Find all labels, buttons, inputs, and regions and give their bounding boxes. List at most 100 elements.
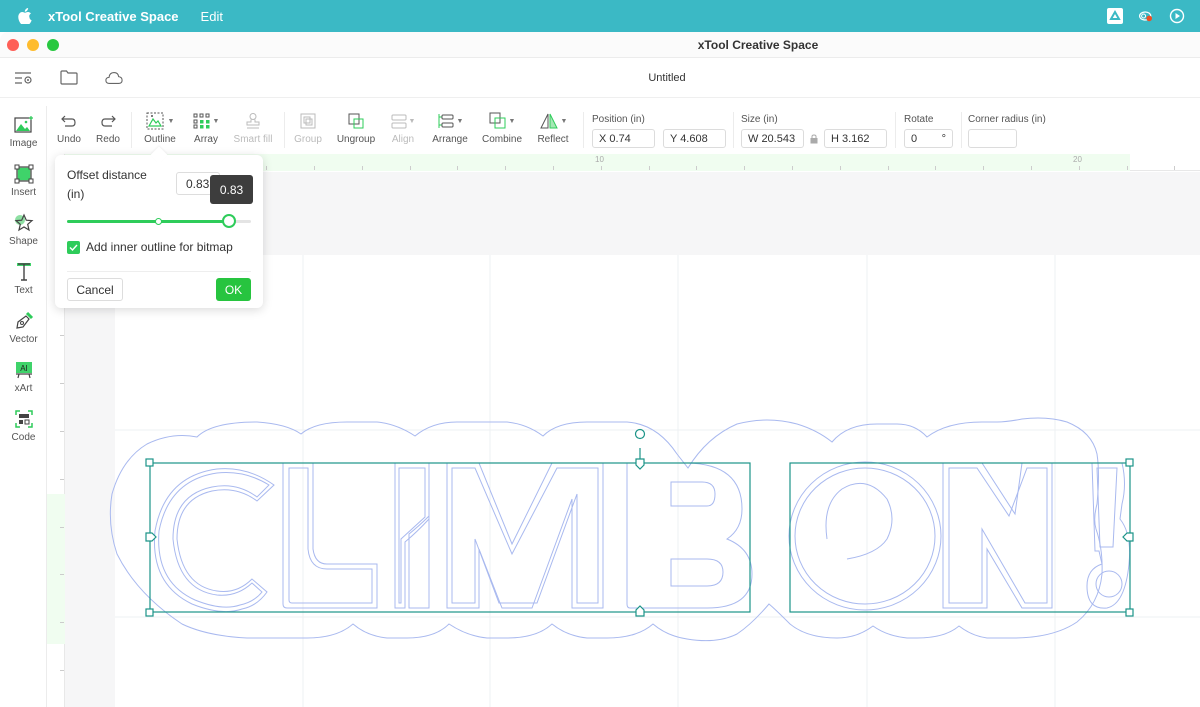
popover-divider — [67, 271, 251, 272]
svg-text:AI: AI — [20, 364, 28, 373]
combine-button[interactable]: ▼ Combine — [475, 106, 529, 145]
arrange-label: Arrange — [432, 134, 468, 145]
slider-thumb[interactable] — [222, 214, 236, 228]
tool-label: Shape — [9, 236, 38, 247]
app-window: xTool Creative Space Untitled Image Inse… — [0, 32, 1200, 707]
exclamation-outline — [1086, 462, 1131, 609]
align-label: Align — [391, 134, 415, 145]
letter-o-outline — [788, 461, 942, 611]
letter-l-outline — [282, 462, 378, 609]
ai-art-icon: AI — [14, 360, 34, 380]
position-x-input[interactable]: X 0.74 — [592, 129, 655, 148]
tool-label: Vector — [9, 334, 38, 345]
tool-insert[interactable]: Insert — [0, 159, 47, 208]
toolbar-divider — [733, 112, 734, 148]
creative-cloud-icon[interactable] — [1138, 8, 1154, 24]
array-label: Array — [194, 134, 218, 145]
offset-distance-label: Offset distance (in) — [67, 168, 147, 201]
inner-outline-checkbox[interactable] — [67, 240, 80, 254]
pen-icon — [14, 311, 34, 331]
slider-fill — [67, 220, 229, 223]
position-y-input[interactable]: Y 4.608 — [663, 129, 726, 148]
redo-button[interactable]: Redo — [89, 106, 127, 145]
inner-outline-checkbox-row[interactable]: Add inner outline for bitmap — [67, 240, 233, 254]
document-title: Untitled — [648, 71, 686, 84]
tool-shape[interactable]: Shape — [0, 208, 47, 257]
size-width-input[interactable]: W 20.543 — [741, 129, 804, 148]
top-bar: Untitled — [0, 58, 1200, 98]
array-button[interactable]: ▼ Array — [186, 106, 226, 145]
left-tool-panel: Image Insert Shape Text Vector AI xArt C… — [0, 106, 47, 707]
array-icon: ▼ — [193, 111, 219, 131]
ok-button[interactable]: OK — [216, 278, 251, 301]
offset-distance-slider[interactable] — [67, 214, 251, 228]
tool-label: xArt — [14, 383, 33, 394]
menu-edit[interactable]: Edit — [201, 9, 223, 24]
offset-outline-path — [109, 417, 1103, 642]
redo-label: Redo — [96, 134, 120, 145]
text-icon — [14, 262, 34, 282]
title-bar: xTool Creative Space — [0, 32, 1200, 58]
tool-text[interactable]: Text — [0, 257, 47, 306]
align-button[interactable]: ▼ Align — [381, 106, 425, 145]
letter-n-outline — [942, 462, 1053, 609]
tool-code[interactable]: Code — [0, 404, 47, 453]
rotate-value: 0 — [911, 132, 918, 145]
outline-button[interactable]: ▼ Outline — [134, 106, 186, 145]
position-group: Position (in) X 0.74 Y 4.608 — [592, 106, 726, 148]
corner-radius-input[interactable] — [968, 129, 1017, 148]
rotate-input[interactable]: 0 ° — [904, 129, 953, 148]
combine-icon: ▼ — [489, 111, 515, 131]
outline-icon: ▼ — [146, 111, 174, 131]
arrange-icon: ▼ — [437, 111, 463, 131]
tool-xart[interactable]: AI xArt — [0, 355, 47, 404]
play-circle-icon[interactable] — [1169, 8, 1185, 24]
toolbar-divider — [583, 112, 584, 148]
star-icon — [14, 213, 34, 233]
tool-vector[interactable]: Vector — [0, 306, 47, 355]
letter-m-outline — [446, 462, 604, 609]
reflect-icon: ▼ — [539, 111, 567, 131]
tool-label: Code — [11, 432, 36, 443]
offset-distance-popover: Offset distance (in) 0.83 0.83 Add inner… — [55, 146, 263, 308]
checkmark-icon — [69, 244, 78, 251]
size-height-input[interactable]: H 3.162 — [824, 129, 887, 148]
cancel-button[interactable]: Cancel — [67, 278, 123, 301]
qr-code-icon — [14, 409, 34, 429]
rotate-unit: ° — [941, 132, 946, 145]
undo-button[interactable]: Undo — [49, 106, 89, 145]
ungroup-icon — [347, 111, 365, 131]
group-icon — [299, 111, 317, 131]
image-icon — [13, 115, 34, 135]
lock-ratio-icon[interactable] — [804, 133, 824, 144]
outline-label: Outline — [144, 134, 176, 145]
group-label: Group — [294, 134, 322, 145]
letter-i-outline — [394, 462, 430, 609]
size-group: Size (in) W 20.543 H 3.162 — [741, 106, 887, 148]
smart-fill-button[interactable]: Smart fill — [226, 106, 280, 145]
ungroup-label: Ungroup — [336, 134, 376, 145]
undo-label: Undo — [57, 134, 81, 145]
undo-icon — [61, 111, 77, 131]
macos-menu-bar: xTool Creative Space Edit — [0, 0, 1200, 32]
letter-b-outline — [626, 462, 753, 609]
corner-radius-label: Corner radius (in) — [968, 114, 1046, 125]
letter-c-outline — [153, 468, 275, 613]
app-menu[interactable]: xTool Creative Space — [48, 9, 179, 24]
apple-icon[interactable] — [18, 8, 32, 24]
tool-label: Image — [9, 138, 38, 149]
group-button[interactable]: Group — [285, 106, 331, 145]
smart-fill-label: Smart fill — [233, 134, 273, 145]
rotate-label: Rotate — [904, 114, 934, 125]
grid-lines — [115, 255, 1200, 707]
drive-icon[interactable] — [1107, 8, 1123, 24]
redo-icon — [100, 111, 116, 131]
arrange-button[interactable]: ▼ Arrange — [425, 106, 475, 145]
tool-image[interactable]: Image — [0, 110, 47, 159]
toolbar-divider — [895, 112, 896, 148]
ungroup-button[interactable]: Ungroup — [331, 106, 381, 145]
toolbar-divider — [961, 112, 962, 148]
reflect-button[interactable]: ▼ Reflect — [529, 106, 577, 145]
slider-default-marker — [155, 218, 162, 225]
tool-label: Insert — [10, 187, 36, 198]
